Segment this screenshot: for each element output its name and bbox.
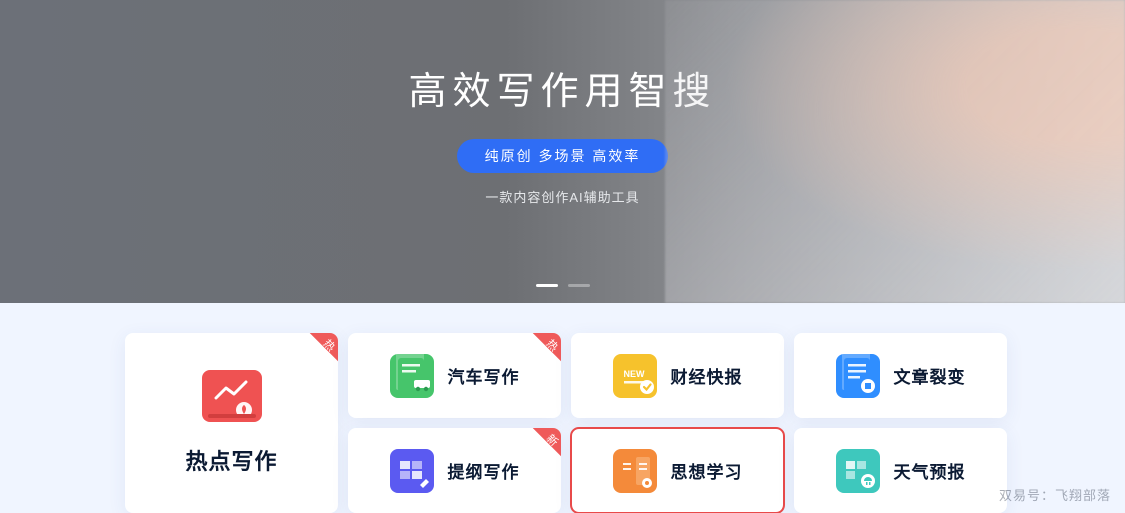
hero-banner: 高效写作用智搜 纯原创 多场景 高效率 一款内容创作AI辅助工具 [0, 0, 1125, 303]
carousel-dots[interactable] [536, 284, 590, 287]
hero-background-image [665, 0, 1125, 303]
card-title: 文章裂变 [894, 363, 966, 388]
card-auto-writing[interactable]: 热 汽车写作 [348, 333, 561, 418]
badge-hot: 热 [298, 333, 338, 373]
card-title: 汽车写作 [448, 363, 520, 388]
open-book-icon [613, 449, 657, 493]
card-thought-study[interactable]: 思想学习 [571, 428, 784, 513]
document-split-icon [836, 354, 880, 398]
card-title: 财经快报 [671, 363, 743, 388]
badge-new: 新 [521, 428, 561, 468]
card-title: 提纲写作 [448, 458, 520, 483]
card-article-split[interactable]: 文章裂变 [794, 333, 1007, 418]
grid-edit-icon [390, 449, 434, 493]
card-finance-news[interactable]: NEW 财经快报 [571, 333, 784, 418]
card-title: 热点写作 [185, 444, 277, 476]
feature-grid: 热 热点写作 热 汽车写作 [0, 303, 1125, 513]
card-outline-writing[interactable]: 新 提纲写作 [348, 428, 561, 513]
watermark-text: 双易号：飞翔部落 [999, 485, 1111, 504]
chart-monitor-icon [202, 370, 262, 422]
hero-subtitle: 一款内容创作AI辅助工具 [485, 187, 639, 206]
card-title: 天气预报 [894, 458, 966, 483]
car-document-icon [390, 354, 434, 398]
new-badge-icon: NEW [613, 354, 657, 398]
carousel-dot-2[interactable] [568, 284, 590, 287]
hero-pill: 纯原创 多场景 高效率 [457, 139, 669, 173]
card-weather-forecast[interactable]: 天气预报 [794, 428, 1007, 513]
hero-title: 高效写作用智搜 [408, 60, 716, 115]
weather-grid-icon [836, 449, 880, 493]
card-hotspot-writing[interactable]: 热 热点写作 [125, 333, 338, 513]
svg-text:NEW: NEW [623, 369, 645, 379]
carousel-dot-1[interactable] [536, 284, 558, 287]
badge-hot: 热 [521, 333, 561, 373]
card-title: 思想学习 [671, 458, 743, 483]
